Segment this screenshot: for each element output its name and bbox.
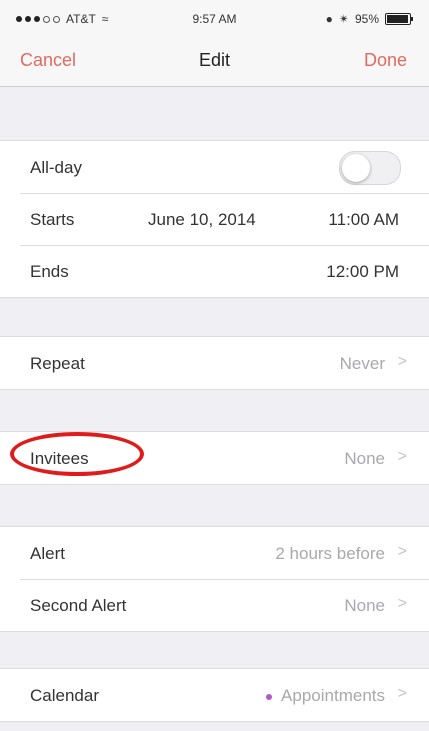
starts-label: Starts — [30, 210, 75, 229]
toggle-knob — [342, 154, 370, 182]
status-bar: AT&T ≈ 9:57 AM ● ✴ 95% — [0, 0, 429, 38]
calendar-value: Appointments — [266, 686, 385, 706]
chevron-right-icon: > — [397, 448, 407, 465]
navigation-bar: Cancel Edit Done — [0, 38, 429, 87]
second-alert-row[interactable]: Second Alert None > — [0, 579, 429, 631]
battery-icon — [385, 13, 413, 25]
calendar-group: Calendar Appointments > — [0, 668, 429, 722]
alert-label: Alert — [30, 544, 65, 563]
invitees-value: None — [344, 449, 385, 468]
battery-tip — [411, 17, 413, 21]
battery-percent: 95% — [354, 12, 379, 26]
starts-row[interactable]: Starts June 10, 2014 11:00 AM — [0, 193, 429, 245]
battery-level — [387, 15, 408, 23]
status-right: ● ✴ 95% — [325, 12, 413, 26]
all-day-toggle[interactable] — [339, 151, 401, 185]
time-group: All-day Starts June 10, 2014 11:00 AM En… — [0, 140, 429, 298]
repeat-row[interactable]: Repeat Never > — [0, 337, 429, 389]
chevron-right-icon: > — [397, 685, 407, 702]
repeat-label: Repeat — [30, 354, 85, 373]
start-date: June 10, 2014 — [148, 210, 256, 229]
ends-label: Ends — [30, 262, 69, 281]
start-time: 11:00 AM — [328, 210, 399, 229]
location-icon: ● — [325, 12, 333, 26]
end-time: 12:00 PM — [326, 262, 399, 281]
highlight-circle-annotation — [10, 432, 144, 476]
chevron-right-icon: > — [397, 595, 407, 612]
calendar-name: Appointments — [281, 686, 385, 705]
second-alert-label: Second Alert — [30, 596, 127, 615]
alert-row[interactable]: Alert 2 hours before > — [0, 527, 429, 579]
all-day-row: All-day — [0, 141, 429, 193]
second-alert-value: None — [344, 596, 385, 615]
chevron-right-icon: > — [397, 543, 407, 560]
calendar-color-dot-icon — [266, 693, 273, 700]
ends-row[interactable]: Ends 12:00 PM — [0, 245, 429, 297]
all-day-label: All-day — [30, 158, 82, 177]
alerts-group: Alert 2 hours before > Second Alert None… — [0, 526, 429, 632]
calendar-label: Calendar — [30, 686, 99, 705]
repeat-group: Repeat Never > — [0, 336, 429, 390]
bluetooth-icon: ✴ — [338, 12, 349, 26]
done-button[interactable]: Done — [364, 50, 407, 71]
repeat-value: Never — [339, 354, 385, 373]
alert-value: 2 hours before — [275, 544, 385, 563]
chevron-right-icon: > — [397, 353, 407, 370]
calendar-row[interactable]: Calendar Appointments > — [0, 669, 429, 721]
